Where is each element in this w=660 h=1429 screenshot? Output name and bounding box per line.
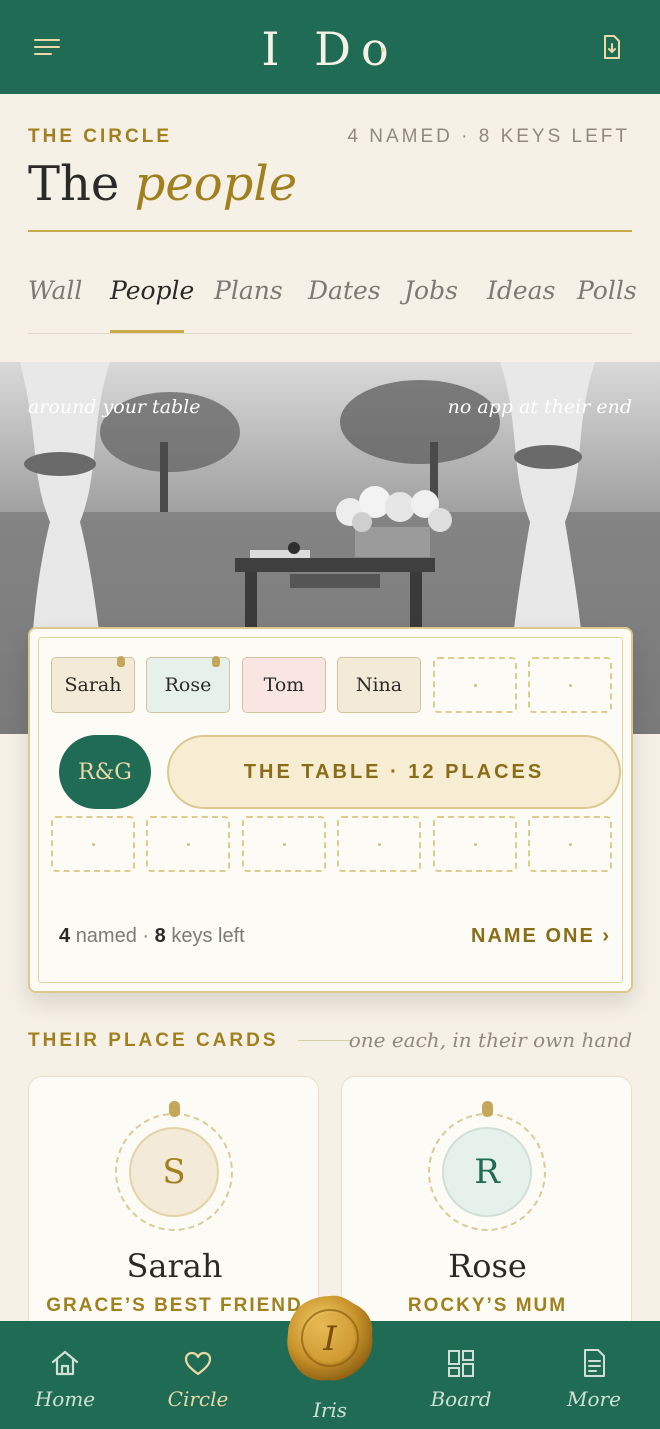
empty-seat[interactable] xyxy=(433,816,517,872)
wax-seal-icon[interactable]: I xyxy=(284,1292,376,1384)
nav-iris-label[interactable]: Iris xyxy=(280,1398,380,1422)
seat-name: Sarah xyxy=(64,674,122,696)
seat-sarah[interactable]: Sarah xyxy=(51,656,135,713)
pin-icon xyxy=(169,1101,180,1117)
seat-tom[interactable]: Tom xyxy=(242,657,326,713)
nav-home[interactable]: Home xyxy=(10,1321,120,1429)
seat-nina[interactable]: Nina xyxy=(337,657,421,713)
table-summary: 4 named · 8 keys left xyxy=(59,925,245,947)
active-tab-underline xyxy=(110,330,184,333)
tab-plans[interactable]: Plans xyxy=(214,276,283,305)
place-cards-heading: THEIR PLACE CARDS xyxy=(28,1030,279,1051)
section-eyebrow: THE CIRCLE xyxy=(28,126,172,147)
tab-ideas[interactable]: Ideas xyxy=(487,276,555,305)
guest-name: Sarah xyxy=(126,1247,223,1285)
hero-caption-right: no app at their end xyxy=(447,396,632,418)
hamburger-icon[interactable] xyxy=(30,32,66,62)
page-title: The people xyxy=(28,156,298,212)
empty-seat[interactable] xyxy=(433,657,517,713)
tab-wall[interactable]: Wall xyxy=(28,276,82,305)
empty-seat[interactable] xyxy=(146,816,230,872)
nav-board[interactable]: Board xyxy=(406,1321,516,1429)
pin-icon xyxy=(482,1101,493,1117)
seat-name: Tom xyxy=(263,674,305,696)
seat-name: Rose xyxy=(164,674,212,696)
hero-caption-left: around your table xyxy=(28,396,201,418)
couple-monogram: R&G xyxy=(59,735,151,809)
heart-icon xyxy=(184,1351,212,1376)
section-tabs: Wall People Plans Dates Jobs Ideas Polls xyxy=(28,276,637,334)
app-logo: I Do xyxy=(261,22,399,76)
nav-circle[interactable]: Circle xyxy=(143,1321,253,1429)
place-cards-subheading: one each, in their own hand xyxy=(348,1028,632,1052)
board-icon xyxy=(448,1350,474,1377)
home-icon xyxy=(51,1350,79,1376)
guest-name: Rose xyxy=(448,1247,527,1285)
avatar: R xyxy=(442,1127,532,1217)
empty-seat[interactable] xyxy=(528,816,612,872)
table-card-inner: Sarah Rose Tom Nina R&G THE TABLE · 12 P… xyxy=(38,637,623,983)
tab-dates[interactable]: Dates xyxy=(308,276,381,305)
document-icon xyxy=(584,1349,605,1377)
pin-icon xyxy=(212,656,220,667)
tab-people[interactable]: People xyxy=(110,276,194,305)
seal-letter: I xyxy=(322,1319,337,1359)
table-label: THE TABLE · 12 PLACES xyxy=(167,735,621,809)
logo-dot xyxy=(381,48,385,52)
empty-seat[interactable] xyxy=(51,816,135,872)
title-divider xyxy=(28,230,632,232)
seat-rose[interactable]: Rose xyxy=(146,656,230,713)
tab-jobs[interactable]: Jobs xyxy=(404,276,458,305)
empty-seat[interactable] xyxy=(528,657,612,713)
nav-more[interactable]: More xyxy=(539,1321,649,1429)
table-card: Sarah Rose Tom Nina R&G THE TABLE · 12 P… xyxy=(28,627,633,993)
circle-counter: 4 NAMED · 8 KEYS LEFT xyxy=(347,126,630,147)
tab-polls[interactable]: Polls xyxy=(577,276,637,305)
download-document-icon[interactable] xyxy=(600,34,624,60)
guest-role: GRACE’S BEST FRIEND xyxy=(46,1295,303,1316)
top-app-bar: I Do xyxy=(0,0,660,94)
pin-icon xyxy=(117,656,125,667)
avatar: S xyxy=(129,1127,219,1217)
guest-role: ROCKY’S MUM xyxy=(407,1295,568,1316)
empty-seat[interactable] xyxy=(242,816,326,872)
seat-name: Nina xyxy=(355,674,403,696)
heading-divider xyxy=(298,1040,354,1041)
empty-seat[interactable] xyxy=(337,816,421,872)
name-one-button[interactable]: NAME ONE › xyxy=(471,925,611,948)
